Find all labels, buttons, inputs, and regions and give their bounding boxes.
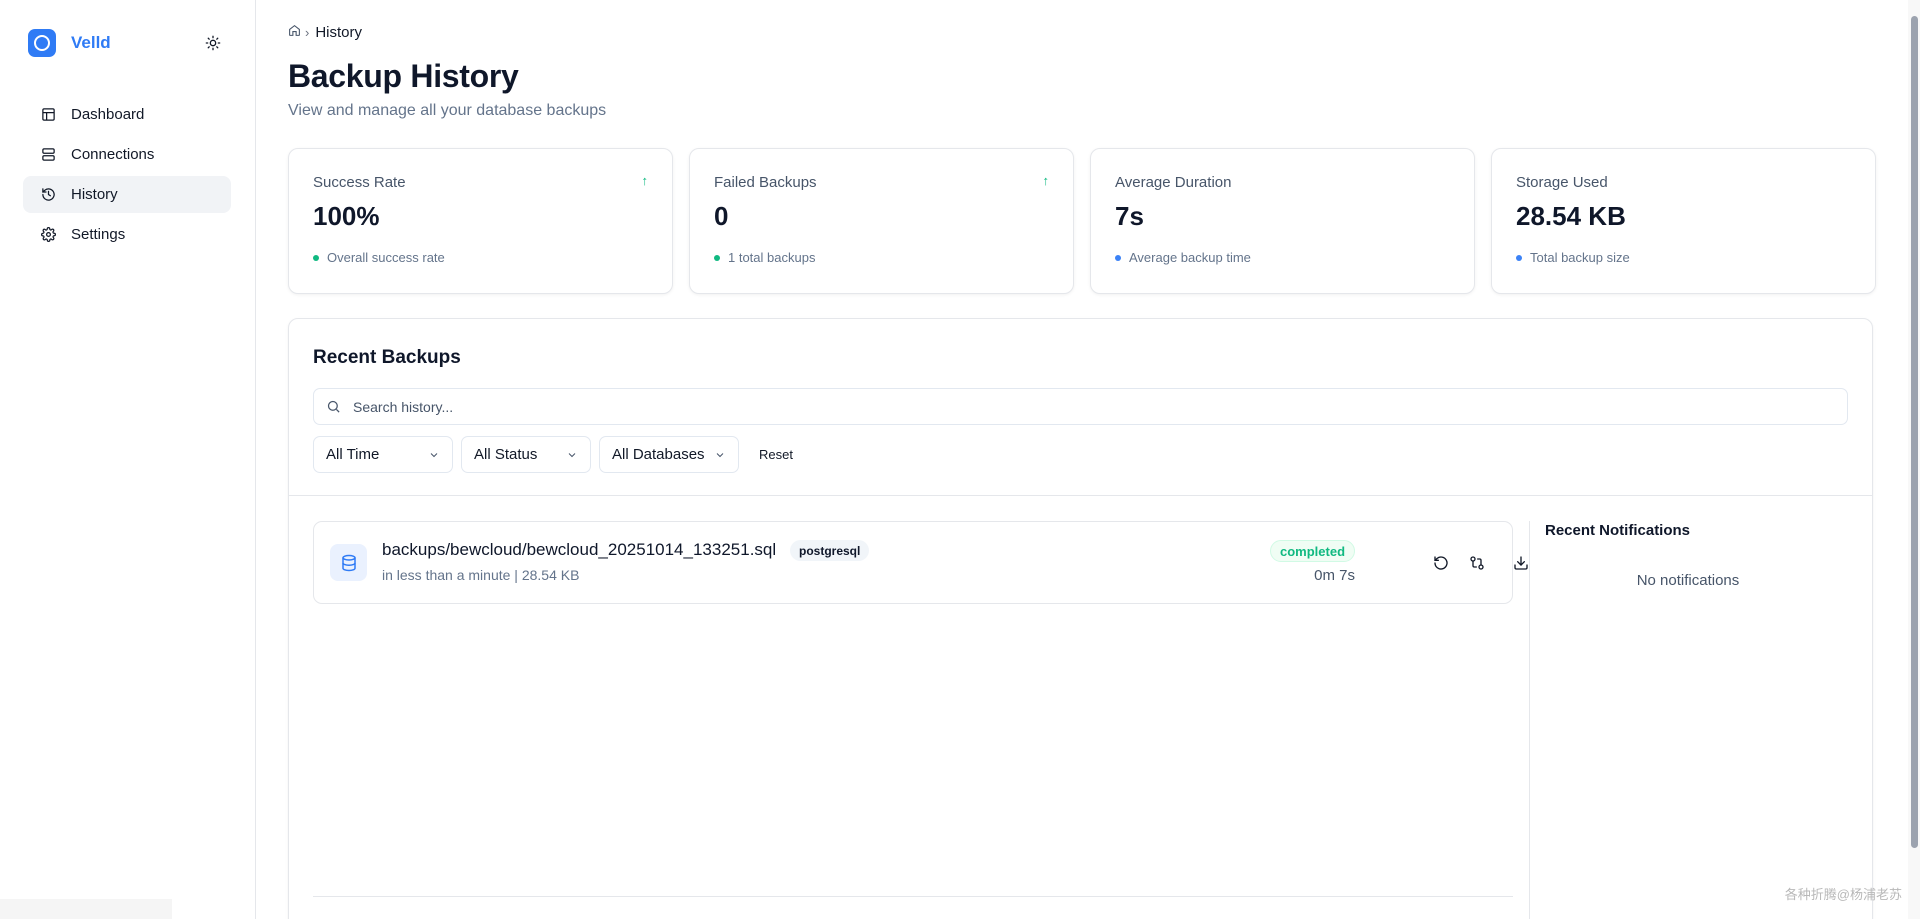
page-title: Backup History bbox=[288, 58, 519, 94]
status-dot bbox=[1115, 254, 1121, 261]
theme-toggle-button[interactable] bbox=[202, 32, 224, 54]
home-icon[interactable] bbox=[288, 24, 301, 41]
select-value: All Time bbox=[326, 446, 380, 463]
app-root: Velld Dashboard Connections History Sett… bbox=[0, 0, 1920, 919]
brand[interactable]: Velld bbox=[28, 29, 111, 57]
stat-label: Success Rate bbox=[313, 174, 406, 191]
filter-bar: All Time All Status All Databases Reset bbox=[313, 436, 793, 473]
select-value: All Status bbox=[474, 446, 538, 463]
stat-value: 0 bbox=[714, 201, 729, 231]
stat-value: 100% bbox=[313, 201, 380, 231]
backup-duration: 0m 7s bbox=[1314, 567, 1355, 584]
sidebar-item-label: History bbox=[71, 186, 118, 203]
chevron-down-icon bbox=[430, 452, 438, 457]
stat-note: 1 total backups bbox=[714, 250, 815, 265]
breadcrumb: › History bbox=[288, 24, 362, 41]
stat-value: 28.54 KB bbox=[1516, 201, 1626, 231]
sidebar-item-settings[interactable]: Settings bbox=[23, 216, 231, 253]
page-scrollbar[interactable] bbox=[1908, 0, 1920, 919]
stat-label: Failed Backups bbox=[714, 174, 817, 191]
search-input[interactable] bbox=[353, 398, 1753, 415]
app-name: Velld bbox=[71, 33, 111, 52]
stat-note-text: Total backup size bbox=[1530, 250, 1630, 265]
divider bbox=[289, 495, 1872, 496]
sidebar-item-connections[interactable]: Connections bbox=[23, 136, 231, 173]
status-dot bbox=[714, 254, 720, 261]
database-icon bbox=[330, 544, 367, 581]
chevron-down-icon bbox=[716, 452, 724, 457]
stats-row: Success Rate ↑ 100% Overall success rate… bbox=[288, 148, 1876, 294]
sun-icon bbox=[205, 35, 221, 51]
scrollbar-thumb[interactable] bbox=[1911, 16, 1918, 848]
panel-title: Recent Backups bbox=[313, 347, 461, 368]
sidebar-item-label: Connections bbox=[71, 146, 155, 163]
stat-note: Overall success rate bbox=[313, 250, 445, 265]
gear-icon bbox=[40, 227, 56, 243]
rotate-ccw-icon bbox=[1434, 556, 1448, 570]
stat-note-text: 1 total backups bbox=[728, 250, 816, 265]
arrow-up-icon: ↑ bbox=[641, 173, 649, 188]
stat-note: Average backup time bbox=[1115, 250, 1251, 265]
list-item[interactable]: backups/bewcloud/bewcloud_20251014_13325… bbox=[313, 521, 1528, 604]
search-icon bbox=[327, 400, 340, 413]
sidebar-item-label: Settings bbox=[71, 226, 126, 243]
status-filter-select[interactable]: All Status bbox=[461, 436, 591, 473]
server-icon bbox=[40, 147, 56, 163]
backup-meta: in less than a minute | 28.54 KB bbox=[382, 567, 580, 583]
stat-card-success-rate: Success Rate ↑ 100% Overall success rate bbox=[288, 148, 673, 294]
breadcrumb-current: History bbox=[315, 24, 363, 41]
status-badge: completed bbox=[1270, 540, 1356, 562]
watermark: 各种折腾@杨浦老苏 bbox=[1784, 887, 1902, 902]
compare-button[interactable] bbox=[1466, 552, 1488, 574]
select-value: All Databases bbox=[612, 446, 705, 463]
database-type-badge: postgresql bbox=[790, 540, 870, 561]
chevron-right-icon: › bbox=[305, 25, 310, 40]
main-content: › History Backup History View and manage… bbox=[257, 0, 1920, 919]
stat-label: Storage Used bbox=[1516, 174, 1608, 191]
stat-note-text: Overall success rate bbox=[327, 250, 445, 265]
sidebar-nav: Dashboard Connections History Settings bbox=[23, 96, 231, 256]
notifications-empty: No notifications bbox=[1636, 572, 1740, 589]
stat-card-storage-used: Storage Used 28.54 KB Total backup size bbox=[1491, 148, 1876, 294]
status-dot bbox=[313, 254, 319, 261]
sidebar-item-label: Dashboard bbox=[71, 106, 145, 123]
divider bbox=[1529, 521, 1530, 919]
arrow-up-icon: ↑ bbox=[1042, 173, 1050, 188]
backup-path: backups/bewcloud/bewcloud_20251014_13325… bbox=[382, 540, 777, 559]
sidebar-item-dashboard[interactable]: Dashboard bbox=[23, 96, 231, 133]
stat-card-average-duration: Average Duration 7s Average backup time bbox=[1090, 148, 1475, 294]
reset-filters-button[interactable]: Reset bbox=[759, 447, 793, 462]
stat-note: Total backup size bbox=[1516, 250, 1630, 265]
download-icon bbox=[1514, 556, 1528, 570]
git-compare-icon bbox=[1470, 556, 1484, 570]
sidebar: Velld Dashboard Connections History Sett… bbox=[0, 0, 256, 919]
database-filter-select[interactable]: All Databases bbox=[599, 436, 739, 473]
status-strip bbox=[0, 899, 172, 919]
stat-card-failed-backups: Failed Backups ↑ 0 1 total backups bbox=[689, 148, 1074, 294]
page-subtitle: View and manage all your database backup… bbox=[288, 102, 607, 119]
sidebar-item-history[interactable]: History bbox=[23, 176, 231, 213]
app-logo-icon bbox=[28, 29, 56, 57]
recent-backups-panel: Recent Backups All Time All Status All D… bbox=[288, 318, 1873, 919]
restore-button[interactable] bbox=[1430, 552, 1452, 574]
chevron-down-icon bbox=[568, 452, 576, 457]
time-filter-select[interactable]: All Time bbox=[313, 436, 453, 473]
stat-note-text: Average backup time bbox=[1129, 250, 1251, 265]
search-box[interactable] bbox=[313, 388, 1848, 425]
notifications-title: Recent Notifications bbox=[1545, 522, 1691, 539]
stat-label: Average Duration bbox=[1115, 174, 1232, 191]
history-icon bbox=[40, 187, 56, 203]
layout-icon bbox=[40, 107, 56, 123]
divider bbox=[313, 896, 1513, 897]
status-dot bbox=[1516, 254, 1522, 261]
stat-value: 7s bbox=[1115, 201, 1144, 231]
